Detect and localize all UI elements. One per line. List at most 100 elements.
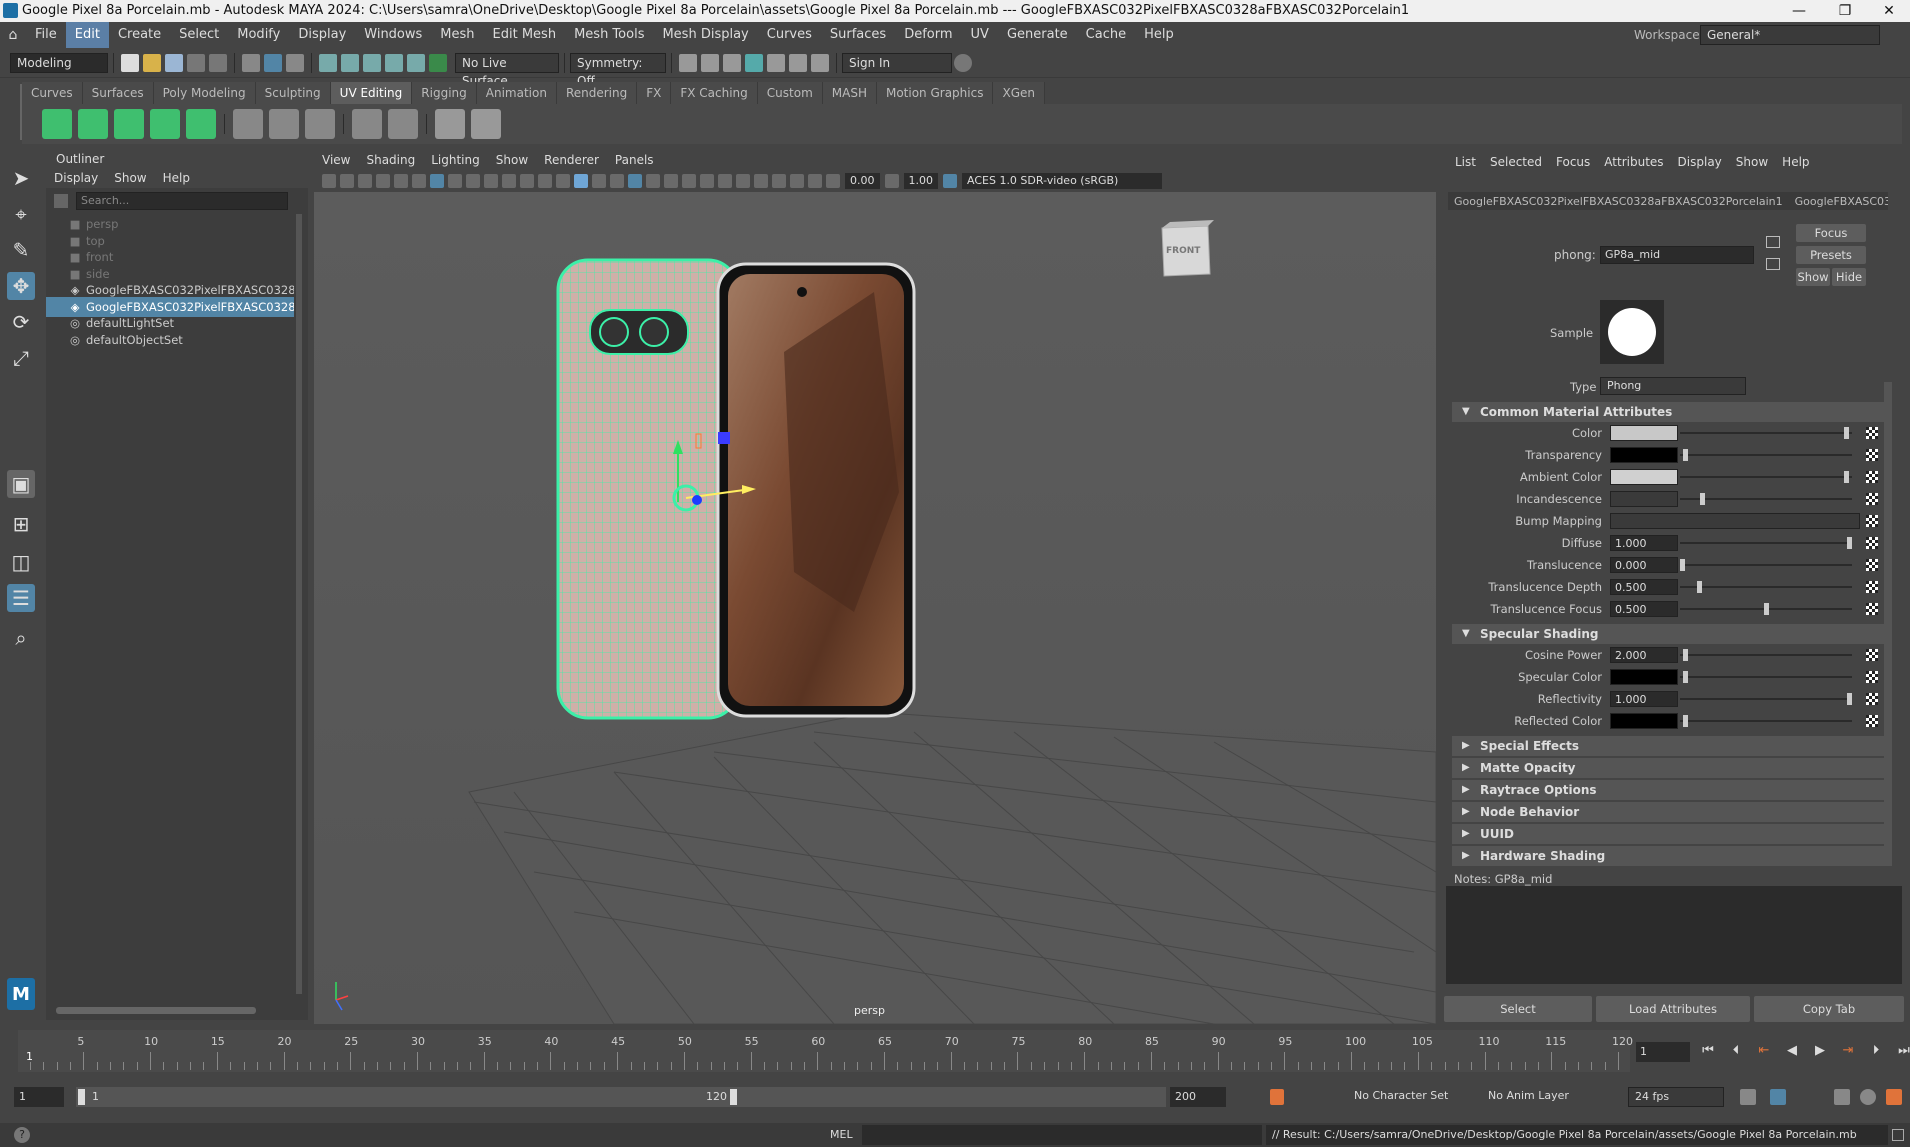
outliner-item[interactable]: ◎ defaultObjectSet bbox=[46, 330, 294, 350]
script-language-label[interactable]: MEL bbox=[830, 1128, 853, 1141]
xray-components-icon[interactable] bbox=[808, 174, 822, 188]
snap-active-icon[interactable] bbox=[429, 53, 447, 72]
attr-slider[interactable] bbox=[1680, 498, 1852, 500]
minimize-button[interactable]: — bbox=[1776, 0, 1822, 22]
color-swatch[interactable] bbox=[1610, 425, 1678, 441]
color-swatch[interactable] bbox=[1610, 491, 1678, 507]
attr-slider[interactable] bbox=[1680, 542, 1852, 544]
textured-icon[interactable] bbox=[628, 174, 642, 188]
render-view-icon[interactable] bbox=[679, 53, 697, 72]
copy-tab-button[interactable]: Copy Tab bbox=[1754, 996, 1904, 1022]
shelf-tab-animation[interactable]: Animation bbox=[476, 82, 557, 104]
color-swatch[interactable] bbox=[1610, 713, 1678, 729]
2d-pan-icon[interactable] bbox=[394, 174, 408, 188]
attr-slider[interactable] bbox=[1680, 432, 1852, 434]
section-header[interactable]: ▼ Specular Shading bbox=[1452, 624, 1892, 644]
section-header[interactable]: ▶ Hardware Shading bbox=[1452, 846, 1892, 866]
select-by-object-icon[interactable] bbox=[264, 53, 282, 72]
render-frame-icon[interactable] bbox=[701, 53, 719, 72]
attr-menu-show[interactable]: Show bbox=[1729, 150, 1775, 174]
menu-deform[interactable]: Deform bbox=[895, 22, 961, 48]
four-view-icon[interactable]: ⊞ bbox=[7, 510, 35, 538]
snap-grid-icon[interactable] bbox=[319, 53, 337, 72]
map-button-icon[interactable] bbox=[1866, 603, 1878, 615]
grease-pencil-icon[interactable] bbox=[412, 174, 426, 188]
attr-value-field[interactable]: 0.500 bbox=[1610, 579, 1678, 595]
slider-handle[interactable] bbox=[1843, 427, 1849, 439]
section-header[interactable]: ▶ Special Effects bbox=[1452, 736, 1892, 756]
attr-slider[interactable] bbox=[1680, 676, 1852, 678]
map-button-icon[interactable] bbox=[1866, 537, 1878, 549]
color-management-icon[interactable] bbox=[943, 174, 957, 188]
go-to-start-icon[interactable]: ⏮ bbox=[1699, 1042, 1717, 1060]
current-frame-field[interactable]: 1 bbox=[1636, 1042, 1690, 1062]
help-line-icon[interactable]: ? bbox=[14, 1127, 30, 1143]
motion-blur-icon[interactable] bbox=[700, 174, 714, 188]
viewport-menu-shading[interactable]: Shading bbox=[358, 150, 423, 170]
map-button-icon[interactable] bbox=[1866, 671, 1878, 683]
attr-value-field[interactable]: 0.500 bbox=[1610, 601, 1678, 617]
step-forward-frame-icon[interactable]: ⏵ bbox=[1867, 1042, 1885, 1060]
menu-create[interactable]: Create bbox=[109, 22, 170, 48]
select-tool-icon[interactable]: ➤ bbox=[7, 164, 35, 192]
lasso-tool-icon[interactable]: ⌖ bbox=[7, 200, 35, 228]
cache-playback-icon[interactable] bbox=[1770, 1089, 1786, 1105]
gate-mask-icon[interactable] bbox=[484, 174, 498, 188]
slider-handle[interactable] bbox=[1847, 537, 1852, 549]
map-button-icon[interactable] bbox=[1866, 559, 1878, 571]
outliner-search-input[interactable]: Search... bbox=[76, 192, 288, 210]
color-swatch[interactable] bbox=[1610, 469, 1678, 485]
slider-handle[interactable] bbox=[1696, 581, 1702, 593]
slider-handle[interactable] bbox=[1843, 471, 1849, 483]
camera-icon[interactable] bbox=[322, 174, 336, 188]
step-forward-key-icon[interactable]: ⇥ bbox=[1839, 1042, 1857, 1060]
menu-mesh-tools[interactable]: Mesh Tools bbox=[565, 22, 653, 48]
script-editor-icon[interactable] bbox=[1892, 1129, 1904, 1141]
move-sew-icon[interactable] bbox=[305, 109, 335, 139]
make-live-icon[interactable] bbox=[407, 53, 425, 72]
scene-end-field[interactable]: 200 bbox=[1170, 1087, 1226, 1107]
spherical-map-icon[interactable] bbox=[114, 109, 144, 139]
image-plane-icon[interactable] bbox=[376, 174, 390, 188]
attr-slider[interactable] bbox=[1680, 586, 1852, 588]
close-button[interactable]: ✕ bbox=[1866, 0, 1910, 22]
section-header[interactable]: ▶ UUID bbox=[1452, 824, 1892, 844]
map-button-icon[interactable] bbox=[1866, 693, 1878, 705]
layout-icon[interactable] bbox=[388, 109, 418, 139]
menu-edit-mesh[interactable]: Edit Mesh bbox=[484, 22, 566, 48]
hypershade-icon[interactable] bbox=[767, 53, 785, 72]
outliner-menu-display[interactable]: Display bbox=[46, 168, 106, 188]
attr-menu-list[interactable]: List bbox=[1448, 150, 1483, 174]
cut-uv-icon[interactable] bbox=[233, 109, 263, 139]
unfold-icon[interactable] bbox=[352, 109, 382, 139]
shelf-tab-mash[interactable]: MASH bbox=[822, 82, 877, 104]
shelf-tab-fx-caching[interactable]: FX Caching bbox=[671, 82, 758, 104]
menu-file[interactable]: File bbox=[26, 22, 66, 48]
play-forward-icon[interactable]: ▶ bbox=[1811, 1042, 1829, 1060]
attr-slider[interactable] bbox=[1680, 698, 1852, 700]
color-swatch[interactable] bbox=[1610, 447, 1678, 463]
shelf-tab-rendering[interactable]: Rendering bbox=[556, 82, 638, 104]
smooth-shade-icon[interactable] bbox=[574, 174, 588, 188]
gamma-field[interactable]: 1.00 bbox=[903, 173, 938, 189]
command-input[interactable] bbox=[862, 1125, 1262, 1145]
anim-prefs-icon[interactable] bbox=[1860, 1089, 1876, 1105]
menu-uv[interactable]: UV bbox=[962, 22, 998, 48]
type-dropdown[interactable]: Phong bbox=[1600, 377, 1746, 395]
select-by-component-icon[interactable] bbox=[286, 53, 304, 72]
section-header[interactable]: ▶ Matte Opacity bbox=[1452, 758, 1892, 778]
depth-of-field-icon[interactable] bbox=[736, 174, 750, 188]
attr-menu-selected[interactable]: Selected bbox=[1483, 150, 1549, 174]
search-icon[interactable]: ⌕ bbox=[7, 624, 35, 652]
snap-curve-icon[interactable] bbox=[341, 53, 359, 72]
section-header[interactable]: ▶ Node Behavior bbox=[1452, 802, 1892, 822]
attr-slider[interactable] bbox=[1680, 564, 1852, 566]
attr-value-field[interactable]: 1.000 bbox=[1610, 535, 1678, 551]
ipr-render-icon[interactable] bbox=[723, 53, 741, 72]
slider-handle[interactable] bbox=[1847, 693, 1852, 705]
lights-icon[interactable] bbox=[646, 174, 660, 188]
cylindrical-map-icon[interactable] bbox=[78, 109, 108, 139]
film-gate-icon[interactable] bbox=[448, 174, 462, 188]
shelf-tab-poly-modeling[interactable]: Poly Modeling bbox=[153, 82, 256, 104]
time-ruler[interactable]: 5 10 15 20 25 30 35 40 45 50 55 60 65 70 75 80 85 90 95 100… bbox=[18, 1030, 1633, 1072]
